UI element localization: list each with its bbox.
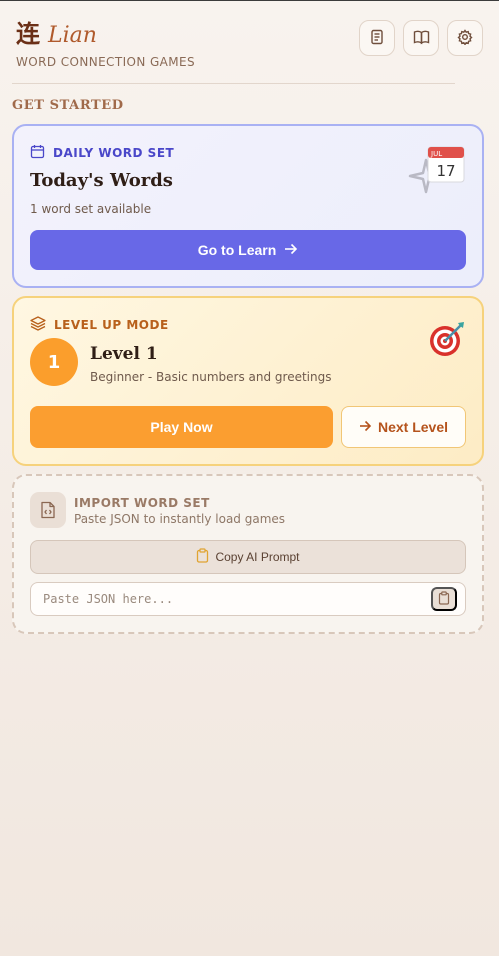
copy-ai-prompt-label: Copy AI Prompt <box>215 550 300 564</box>
calendar-illustration-icon: JUL 17 <box>408 144 466 198</box>
next-level-button[interactable]: Next Level <box>341 406 466 448</box>
layers-icon <box>30 316 46 334</box>
app-header: 连 Lian WORD CONNECTION GAMES <box>16 14 483 69</box>
go-to-learn-button[interactable]: Go to Learn <box>30 230 466 270</box>
import-word-set-card: IMPORT WORD SET Paste JSON to instantly … <box>12 474 484 634</box>
gear-icon <box>457 28 473 48</box>
level-title: Level 1 <box>90 344 158 364</box>
calendar-day-text: 17 <box>436 162 455 180</box>
calendar-month-text: JUL <box>430 150 442 158</box>
play-now-button[interactable]: Play Now <box>30 406 333 448</box>
daily-eyebrow: DAILY WORD SET <box>30 144 174 162</box>
clipboard-icon <box>438 590 450 608</box>
import-subtitle: Paste JSON to instantly load games <box>74 512 286 526</box>
section-title: GET STARTED <box>12 98 124 113</box>
daily-eyebrow-label: DAILY WORD SET <box>53 146 175 160</box>
next-level-label: Next Level <box>377 419 449 435</box>
app-tagline: WORD CONNECTION GAMES <box>16 55 196 69</box>
library-button[interactable] <box>403 20 439 56</box>
notes-icon <box>369 29 385 48</box>
level-subtitle: Beginner - Basic numbers and greetings <box>90 370 332 384</box>
copy-ai-prompt-button[interactable]: Copy AI Prompt <box>30 540 466 574</box>
daily-subtitle: 1 word set available <box>30 202 152 216</box>
logo-character: 连 <box>16 19 40 48</box>
target-icon <box>428 320 466 358</box>
go-to-learn-label: Go to Learn <box>197 242 277 258</box>
level-eyebrow-label: LEVEL UP MODE <box>54 318 169 332</box>
daily-title: Today's Words <box>30 170 173 191</box>
arrow-right-icon <box>359 419 372 435</box>
header-actions <box>359 20 483 56</box>
window-top-border <box>0 0 499 1</box>
notes-button[interactable] <box>359 20 395 56</box>
level-number-badge: 1 <box>30 338 78 386</box>
calendar-icon <box>30 144 45 162</box>
daily-word-set-card: DAILY WORD SET JUL 17 Today's Words 1 wo… <box>12 124 484 288</box>
clipboard-icon <box>196 548 209 566</box>
paste-button[interactable] <box>431 587 457 611</box>
file-code-icon <box>30 492 66 528</box>
level-eyebrow: LEVEL UP MODE <box>30 316 169 334</box>
json-input-wrapper <box>30 582 466 616</box>
settings-button[interactable] <box>447 20 483 56</box>
level-up-card: LEVEL UP MODE 1 Level 1 Beginner - Basic… <box>12 296 484 466</box>
app-name: Lian <box>48 23 97 48</box>
play-now-label: Play Now <box>150 419 213 435</box>
json-input[interactable] <box>31 583 421 615</box>
import-title: IMPORT WORD SET <box>74 496 210 510</box>
book-open-icon <box>413 29 430 48</box>
arrow-right-icon <box>284 242 298 258</box>
header-divider <box>12 83 455 84</box>
